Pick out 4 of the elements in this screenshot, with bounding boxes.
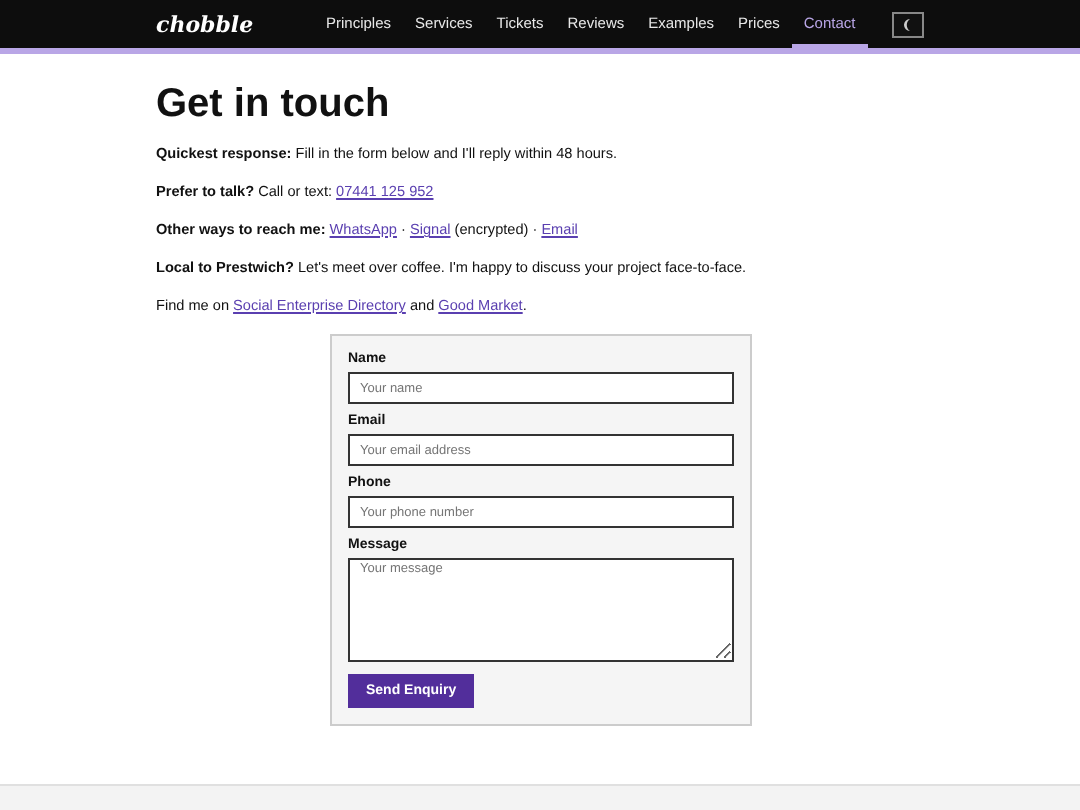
logo[interactable]: chobble: [156, 11, 314, 37]
moon-icon: [902, 17, 914, 31]
page-heading: Get in touch: [156, 82, 392, 128]
theme-toggle-button[interactable]: [892, 11, 924, 37]
